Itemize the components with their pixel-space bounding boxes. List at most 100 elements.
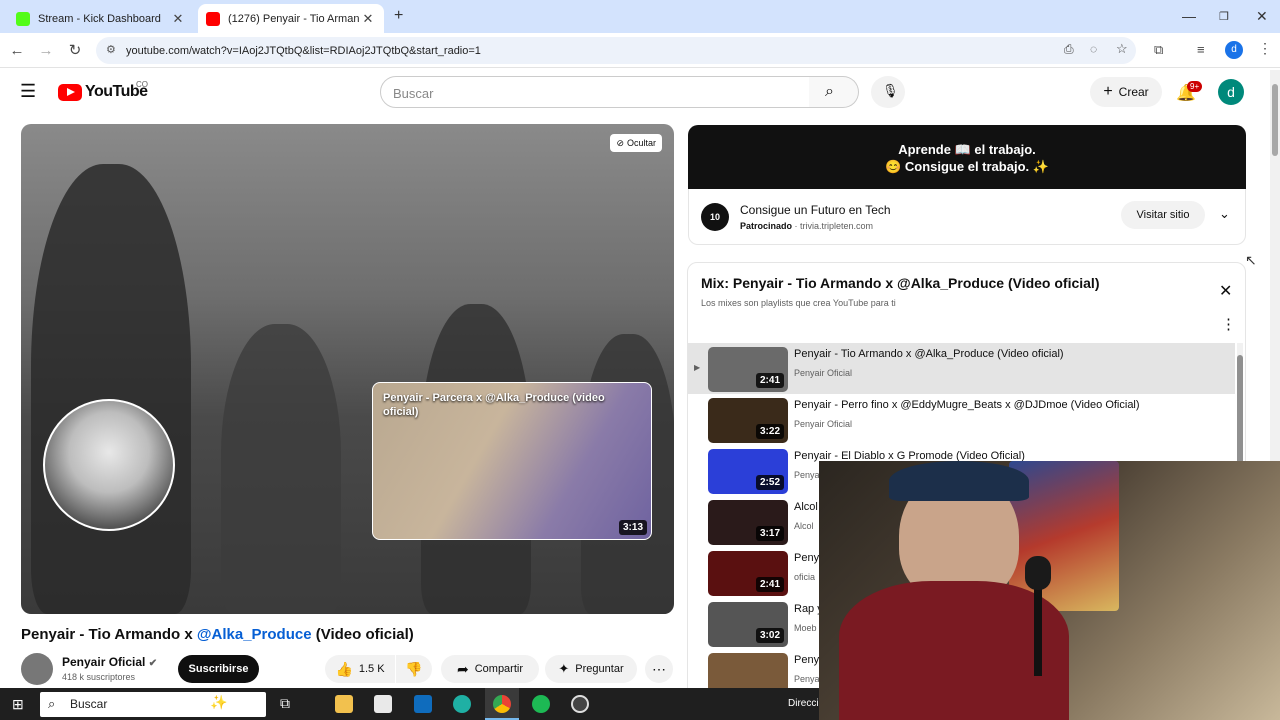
bookmark-star-icon[interactable]: ☆: [1116, 41, 1128, 57]
thumbs-down-icon: 👎: [405, 660, 423, 677]
file-explorer-icon[interactable]: [335, 695, 353, 713]
country-code: CO: [136, 80, 148, 89]
now-playing-icon: ▶: [694, 363, 701, 372]
youtube-logo[interactable]: YouTube: [58, 83, 148, 101]
player-figure: [221, 324, 341, 614]
tab-youtube[interactable]: (1276) Penyair - Tio Armando x ✕: [198, 4, 384, 33]
thumbs-up-icon: 👍: [335, 660, 353, 677]
search-button[interactable]: ⌕: [809, 76, 859, 108]
site-info-icon[interactable]: ⚙: [106, 43, 116, 56]
youtube-header: ☰ YouTube CO Buscar ⌕ 🎙 + Crear 🔔 9+ d: [0, 70, 1270, 114]
close-tab-icon[interactable]: ✕: [360, 11, 376, 27]
eye-off-icon[interactable]: ◌: [1090, 42, 1097, 56]
browser-tab-strip: Stream - Kick Dashboard ✕ (1276) Penyair…: [0, 0, 1280, 33]
video-title: Penyair - Tio Armando x @Alka_Produce (V…: [21, 626, 414, 643]
advertiser-logo[interactable]: 10: [701, 203, 729, 231]
ad-meta: Patrocinado · trivia.tripleten.com: [740, 221, 874, 231]
video-player[interactable]: ⊘ Ocultar Penyair - Parcera x @Alka_Prod…: [21, 124, 674, 614]
endcard-channel-avatar[interactable]: [43, 399, 175, 531]
streamer-cap: [889, 461, 1029, 501]
playlist-thumbnail: 2:41: [708, 347, 788, 392]
share-button[interactable]: ➦ Compartir: [441, 655, 539, 683]
like-button[interactable]: 👍 1.5 K: [325, 655, 395, 683]
playlist-thumbnail: 3:02: [708, 602, 788, 647]
playlist-thumbnail: 2:41: [708, 551, 788, 596]
playlist-thumbnail: 2:52: [708, 449, 788, 494]
close-tab-icon[interactable]: ✕: [170, 11, 186, 27]
address-toolbar: ← → ↻ ⚙ youtube.com/watch?v=IAoj2JTQtbQ&…: [0, 33, 1280, 68]
tab-title: (1276) Penyair - Tio Armando x: [228, 12, 360, 25]
forward-icon[interactable]: →: [35, 40, 57, 62]
maximize-icon[interactable]: ❐: [1219, 10, 1229, 23]
playlist-item[interactable]: ▶ 2:41 Penyair - Tio Armando x @Alka_Pro…: [688, 343, 1235, 394]
channel-avatar[interactable]: [21, 653, 53, 685]
microphone-stand: [1034, 576, 1042, 676]
obs-icon[interactable]: [571, 695, 589, 713]
playlist-item[interactable]: 3:22 Penyair - Perro fino x @EddyMugre_B…: [688, 394, 1235, 445]
ad-title[interactable]: Consigue un Futuro en Tech: [740, 203, 891, 217]
create-button[interactable]: + Crear: [1090, 77, 1162, 107]
close-playlist-icon[interactable]: ✕: [1219, 281, 1232, 301]
player-figure: [31, 164, 191, 614]
playlist-menu-icon[interactable]: ⋮: [1221, 315, 1236, 333]
verified-badge-icon: ✔: [148, 658, 158, 669]
create-label: Crear: [1118, 85, 1149, 99]
minimize-icon[interactable]: —: [1182, 8, 1196, 24]
account-avatar[interactable]: d: [1218, 79, 1244, 105]
kick-icon: [16, 11, 30, 26]
youtube-favicon-icon: [206, 11, 220, 26]
close-window-icon[interactable]: ✕: [1256, 8, 1268, 25]
ask-button[interactable]: ✦ Preguntar: [545, 655, 637, 683]
chrome-icon: [493, 695, 511, 713]
more-horizontal-icon: ⋯: [652, 660, 666, 677]
subscribe-button[interactable]: Suscribirse: [178, 655, 259, 683]
microphone-icon: 🎙: [882, 83, 899, 98]
more-actions-button[interactable]: ⋯: [645, 655, 673, 683]
notification-badge: 9+: [1187, 81, 1203, 92]
url-field[interactable]: ⚙ youtube.com/watch?v=IAoj2JTQtbQ&list=R…: [96, 37, 1136, 64]
menu-kebab-icon[interactable]: ⋮: [1258, 40, 1272, 57]
edge-icon[interactable]: [453, 695, 471, 713]
url-text: youtube.com/watch?v=IAoj2JTQtbQ&list=RDI…: [126, 44, 481, 57]
share-arrow-icon: ➦: [456, 660, 469, 677]
plus-icon: +: [1103, 83, 1113, 100]
spotify-icon[interactable]: [532, 695, 550, 713]
extensions-icon[interactable]: ⧉: [1154, 42, 1163, 58]
reload-icon[interactable]: ↻: [64, 40, 86, 62]
windows-start-icon[interactable]: ⊞: [12, 696, 24, 713]
task-view-icon[interactable]: ⧉: [280, 695, 290, 712]
taskbar-search-input[interactable]: ⌕ Buscar ✨: [40, 692, 266, 717]
playlist-thumbnail: 3:22: [708, 398, 788, 443]
subscriber-count: 418 k suscriptores: [62, 672, 136, 682]
chevron-down-icon[interactable]: ⌄: [1219, 206, 1230, 222]
search-input[interactable]: Buscar: [380, 76, 810, 108]
outlook-icon[interactable]: [414, 695, 432, 713]
store-icon[interactable]: [374, 695, 392, 713]
like-count: 1.5 K: [358, 663, 385, 675]
endcard-video-suggestion[interactable]: Penyair - Parcera x @Alka_Produce (video…: [372, 382, 652, 540]
dislike-button[interactable]: 👎: [396, 655, 432, 683]
hamburger-menu-icon[interactable]: ☰: [20, 82, 36, 100]
back-icon[interactable]: ←: [6, 40, 28, 62]
playlist-subtitle: Los mixes son playlists que crea YouTube…: [701, 298, 896, 308]
sparkle-icon: ✦: [558, 661, 570, 676]
new-tab-icon[interactable]: +: [394, 7, 403, 25]
tab-kick-dashboard[interactable]: Stream - Kick Dashboard ✕: [8, 4, 194, 33]
search-icon: ⌕: [48, 696, 56, 711]
endcard-duration: 3:13: [618, 520, 647, 535]
ad-banner[interactable]: Aprende 📖 el trabajo. 😊 Consigue el trab…: [688, 125, 1246, 189]
cast-icon[interactable]: ⎙: [1064, 42, 1074, 57]
hide-endscreen-button[interactable]: ⊘ Ocultar: [610, 134, 662, 152]
visit-site-button[interactable]: Visitar sitio: [1121, 201, 1205, 229]
media-control-icon[interactable]: ≡: [1197, 42, 1205, 57]
chrome-taskbar-item[interactable]: [485, 688, 519, 720]
profile-avatar[interactable]: d: [1225, 41, 1243, 59]
playlist-scrollbar-thumb[interactable]: [1237, 355, 1243, 475]
search-icon: ⌕: [825, 83, 834, 100]
channel-name[interactable]: Penyair Oficial ✔: [62, 655, 157, 669]
scrollbar-thumb[interactable]: [1272, 84, 1278, 156]
youtube-play-icon: [58, 83, 82, 101]
endcard-title: Penyair - Parcera x @Alka_Produce (video…: [383, 392, 605, 418]
mention-link[interactable]: @Alka_Produce: [197, 626, 312, 643]
voice-search-button[interactable]: 🎙: [871, 76, 905, 108]
